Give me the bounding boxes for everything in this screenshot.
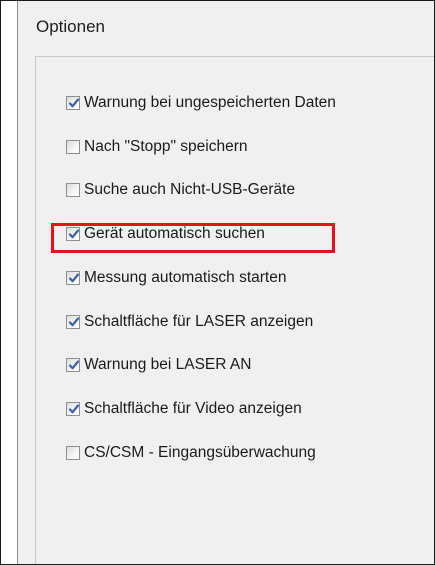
checkbox[interactable]	[66, 140, 80, 154]
checkbox[interactable]	[66, 315, 80, 329]
checkbox[interactable]	[66, 183, 80, 197]
option-messung-automatisch-starten[interactable]: Messung automatisch starten	[66, 266, 286, 290]
checkmark-icon	[68, 404, 80, 414]
screenshot-frame: Optionen Warnung bei ungespeicherten Dat…	[0, 0, 435, 565]
option-cs-csm-eingangsueberwachung[interactable]: CS/CSM - Eingangsüberwachung	[66, 441, 316, 465]
option-label: Nach "Stopp" speichern	[84, 138, 248, 155]
option-label: Warnung bei ungespeicherten Daten	[84, 94, 336, 111]
checkmark-icon	[68, 360, 80, 370]
checkbox[interactable]	[66, 271, 80, 285]
option-label: Suche auch Nicht-USB-Geräte	[84, 181, 296, 198]
checkmark-icon	[68, 98, 80, 108]
options-dialog: Optionen Warnung bei ungespeicherten Dat…	[17, 1, 434, 564]
option-warnung-ungespeichert[interactable]: Warnung bei ungespeicherten Daten	[66, 91, 336, 115]
option-video-schaltflaeche[interactable]: Schaltfläche für Video anzeigen	[66, 397, 302, 421]
option-warnung-laser-an[interactable]: Warnung bei LASER AN	[66, 353, 251, 377]
option-label: Schaltfläche für LASER anzeigen	[84, 313, 314, 330]
options-group: Warnung bei ungespeicherten Daten Nach "…	[35, 56, 434, 564]
option-label: CS/CSM - Eingangsüberwachung	[84, 444, 316, 461]
checkbox[interactable]	[66, 402, 80, 416]
option-label: Messung automatisch starten	[84, 269, 287, 286]
checkmark-icon	[68, 273, 80, 283]
checkbox[interactable]	[66, 446, 80, 460]
checkmark-icon	[68, 317, 80, 327]
checkbox[interactable]	[66, 96, 80, 110]
checkbox[interactable]	[66, 358, 80, 372]
option-nach-stopp-speichern[interactable]: Nach "Stopp" speichern	[66, 135, 248, 159]
option-label: Warnung bei LASER AN	[84, 356, 252, 373]
option-laser-schaltflaeche[interactable]: Schaltfläche für LASER anzeigen	[66, 310, 313, 334]
option-label: Schaltfläche für Video anzeigen	[84, 400, 302, 417]
option-suche-nicht-usb[interactable]: Suche auch Nicht-USB-Geräte	[66, 178, 295, 202]
highlight-box	[51, 223, 335, 253]
dialog-title: Optionen	[36, 17, 105, 36]
